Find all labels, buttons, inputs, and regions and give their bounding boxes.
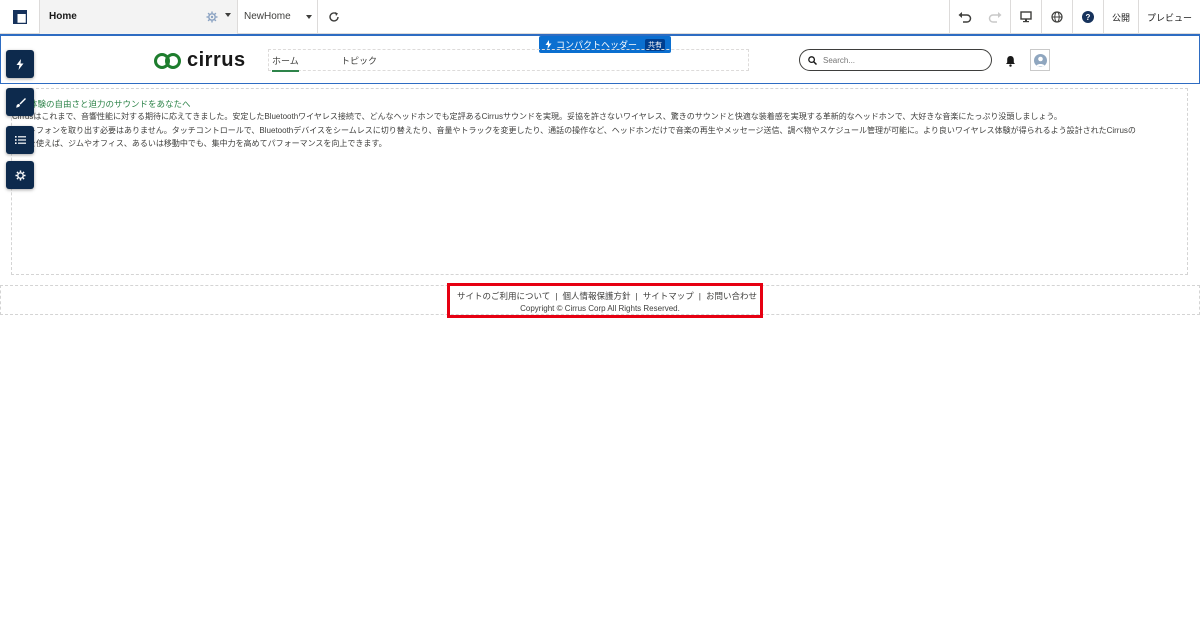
chevron-down-icon[interactable] bbox=[306, 14, 312, 19]
undo-icon[interactable] bbox=[950, 0, 980, 34]
search-box[interactable] bbox=[799, 49, 992, 71]
toolbar-right: ? 公開 プレビュー bbox=[948, 0, 1200, 34]
components-button[interactable] bbox=[6, 50, 34, 78]
navigation-menu: ホーム トピック bbox=[268, 49, 749, 72]
layout-icon[interactable] bbox=[0, 0, 40, 34]
builder-toolbar: Home NewHome ? 公開 プレビュー bbox=[0, 0, 1200, 34]
help-icon[interactable]: ? bbox=[1073, 0, 1103, 34]
user-profile-menu[interactable] bbox=[1030, 49, 1050, 71]
avatar bbox=[1033, 53, 1047, 67]
theme-button[interactable] bbox=[6, 88, 34, 116]
lightning-icon bbox=[545, 40, 552, 49]
content-paragraph: マートフォンを取り出す必要はありません。タッチコントロールで、Bluetooth… bbox=[12, 126, 1136, 135]
help-glyph: ? bbox=[1081, 11, 1094, 23]
gear-icon bbox=[14, 169, 26, 181]
nav-tab-home[interactable]: ホーム bbox=[272, 54, 299, 72]
desktop-view-icon[interactable] bbox=[1011, 0, 1041, 34]
cirrus-logo[interactable]: cirrus bbox=[153, 49, 246, 72]
page-canvas: コンパクトヘッダー 共有 cirrus ホーム トピック ング体験の自由さと迫力… bbox=[0, 34, 1200, 627]
bell-icon[interactable] bbox=[1005, 54, 1016, 72]
user-icon bbox=[1035, 56, 1045, 66]
refresh-icon[interactable] bbox=[318, 0, 350, 34]
content-paragraph: ホンを使えば、ジムやオフィス、あるいは移動中でも、集中力を高めてパフォーマンスを… bbox=[12, 139, 387, 148]
home-selector-label: NewHome bbox=[244, 11, 291, 22]
page-name: Home bbox=[49, 11, 77, 22]
globe-icon[interactable] bbox=[1042, 0, 1072, 34]
search-input[interactable] bbox=[823, 55, 973, 65]
page-selector[interactable]: Home bbox=[40, 0, 238, 34]
content-heading: ング体験の自由さと迫力のサウンドをあなたへ bbox=[12, 99, 191, 109]
nav-tab-topics[interactable]: トピック bbox=[341, 54, 377, 67]
highlight-annotation bbox=[447, 283, 763, 318]
home-selector[interactable]: NewHome bbox=[238, 0, 318, 34]
gear-icon[interactable] bbox=[206, 10, 218, 28]
publish-button[interactable]: 公開 bbox=[1104, 0, 1138, 34]
content-paragraph: Cirrusはこれまで、音響性能に対する期待に応えてきました。安定したBluet… bbox=[12, 112, 1062, 121]
redo-icon[interactable] bbox=[980, 0, 1010, 34]
list-icon bbox=[14, 136, 26, 144]
search-icon bbox=[808, 55, 817, 65]
lightning-icon bbox=[16, 58, 24, 70]
preview-button[interactable]: プレビュー bbox=[1139, 0, 1200, 34]
chevron-down-icon[interactable] bbox=[225, 12, 231, 17]
logo-text: cirrus bbox=[187, 49, 246, 71]
brush-icon bbox=[15, 97, 26, 107]
settings-button[interactable] bbox=[6, 161, 34, 189]
logo-mark-icon bbox=[154, 52, 181, 69]
page-structure-button[interactable] bbox=[6, 126, 34, 154]
